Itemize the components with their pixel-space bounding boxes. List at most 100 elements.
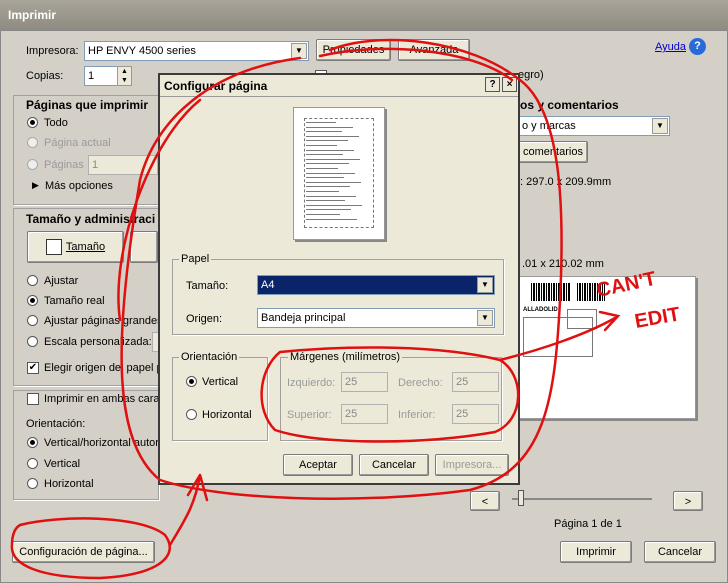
properties-button[interactable]: Propiedades (316, 39, 391, 61)
paper-dimensions: .01 x 210.02 mm (522, 258, 604, 270)
dialog-cancel-button[interactable]: Cancelar (359, 454, 429, 476)
chevron-down-icon: ▼ (291, 43, 307, 59)
margin-right-input[interactable]: 25 (452, 372, 499, 392)
dialog-portrait-label: Vertical (202, 376, 239, 388)
page-setup-button[interactable]: Configuración de página... (12, 541, 155, 563)
preview-text-line (306, 140, 348, 142)
margin-bottom-label: Inferior: (398, 409, 436, 421)
preview-text-line (306, 163, 349, 165)
pages-range-input[interactable]: 1 (88, 155, 158, 175)
paper-source-value: Bandeja principal (261, 312, 346, 324)
pages-range-radio[interactable] (27, 159, 38, 170)
custom-scale-radio[interactable] (27, 336, 38, 347)
preview-text-line (306, 135, 359, 137)
print-preview-page: ALLADOLID (518, 276, 696, 419)
poster-tab-button[interactable] (130, 231, 158, 263)
margin-left-input[interactable]: 25 (341, 372, 388, 392)
comments-select-value: o y marcas (522, 120, 576, 132)
margin-left-label: Izquierdo: (287, 377, 336, 389)
orientation-label: Orientación: (26, 418, 86, 430)
preview-text-line (306, 122, 336, 123)
copies-label: Copias: (26, 70, 64, 82)
preview-text-line (306, 126, 353, 128)
prev-page-button[interactable]: < (470, 491, 500, 511)
preview-text-line (306, 218, 357, 220)
orientation-portrait-radio[interactable] (27, 458, 38, 469)
print-button[interactable]: Imprimir (560, 541, 632, 563)
duplex-label: Imprimir en ambas caras (44, 393, 166, 405)
summarize-comments-button[interactable]: comentarios (518, 141, 588, 163)
pages-range-label: Páginas (44, 159, 84, 171)
more-options-link[interactable]: Más opciones (45, 180, 113, 192)
window-title: Imprimir (8, 8, 57, 22)
chevron-down-icon: ▼ (477, 310, 493, 326)
margin-top-input[interactable]: 25 (341, 404, 388, 424)
margin-right-label: Derecho: (398, 377, 443, 389)
preview-text-line (306, 195, 356, 197)
duplex-checkbox[interactable] (27, 393, 39, 405)
preview-sheet-text: ALLADOLID (523, 307, 558, 313)
orientation-auto-radio[interactable] (27, 437, 38, 448)
pages-heading: Páginas que imprimir (26, 98, 149, 112)
margins-group (280, 357, 502, 441)
shrink-radio[interactable] (27, 315, 38, 326)
page-setup-titlebar: Configurar página (160, 75, 518, 97)
advanced-button[interactable]: Avanzada (398, 39, 470, 61)
next-page-button[interactable]: > (673, 491, 703, 511)
paper-size-label: Tamaño: (186, 280, 229, 292)
preview-text-line (306, 172, 355, 174)
margin-bottom-input[interactable]: 25 (452, 404, 499, 424)
pages-all-radio[interactable] (27, 117, 38, 128)
paper-source-label-dlg: Origen: (186, 313, 223, 325)
preview-text-line (306, 158, 360, 160)
dialog-printer-button[interactable]: Impresora... (435, 454, 509, 476)
triangle-right-icon[interactable]: ▶ (32, 180, 39, 191)
chevron-down-icon: ▼ (652, 118, 668, 134)
comments-select[interactable]: o y marcas ▼ (518, 116, 670, 136)
pages-all-label: Todo (44, 117, 68, 129)
pages-current-label: Página actual (44, 137, 111, 149)
page-slider-thumb[interactable] (518, 490, 524, 506)
page-slider-track[interactable] (512, 498, 652, 500)
pages-current-radio[interactable] (27, 137, 38, 148)
paper-size-select[interactable]: A4 ▼ (257, 275, 495, 295)
printer-label: Impresora: (26, 45, 79, 57)
help-link[interactable]: Ayuda (655, 41, 686, 53)
printer-select[interactable]: HP ENVY 4500 series ▼ (84, 41, 309, 61)
preview-label-block (567, 309, 597, 329)
preview-text-line (306, 200, 345, 202)
paper-source-select[interactable]: Bandeja principal ▼ (257, 308, 495, 328)
margins-group-label: Márgenes (milímetros) (288, 351, 403, 363)
dialog-landscape-radio[interactable] (186, 409, 197, 420)
dialog-portrait-radio[interactable] (186, 376, 197, 387)
copies-input[interactable]: 1 (84, 66, 118, 86)
dialog-orientation-group (172, 357, 268, 441)
dialog-orientation-label: Orientación (179, 351, 240, 363)
cancel-button[interactable]: Cancelar (644, 541, 716, 563)
margin-top-label: Superior: (287, 409, 332, 421)
preview-text-line (306, 168, 338, 169)
fit-label: Ajustar (44, 275, 79, 287)
close-icon[interactable]: × (502, 77, 517, 92)
preview-text-line (306, 149, 354, 151)
preview-text-line (306, 214, 340, 215)
barcode-1 (531, 283, 571, 301)
help-icon[interactable]: ? (689, 38, 706, 55)
paper-group-label: Papel (179, 253, 212, 265)
preview-text-line (306, 177, 344, 179)
barcode-2 (577, 283, 605, 301)
dialog-ok-button[interactable]: Aceptar (283, 454, 353, 476)
orientation-auto-label: Vertical/horizontal autor (44, 437, 159, 449)
shrink-label: Ajustar páginas grandes (44, 315, 163, 327)
actual-size-radio[interactable] (27, 295, 38, 306)
preview-text-line (306, 186, 350, 188)
paper-source-checkbox[interactable]: ✔ (27, 362, 39, 374)
page-count-label: Página 1 de 1 (554, 518, 622, 530)
preview-text-line (306, 204, 362, 206)
size-tab-button[interactable]: Tamaño (27, 231, 124, 263)
copies-stepper[interactable]: ▲ ▼ (117, 66, 132, 86)
orientation-landscape-radio[interactable] (27, 478, 38, 489)
fit-radio[interactable] (27, 275, 38, 286)
help-button[interactable]: ? (485, 77, 500, 92)
grayscale-label: egro) (518, 69, 544, 81)
